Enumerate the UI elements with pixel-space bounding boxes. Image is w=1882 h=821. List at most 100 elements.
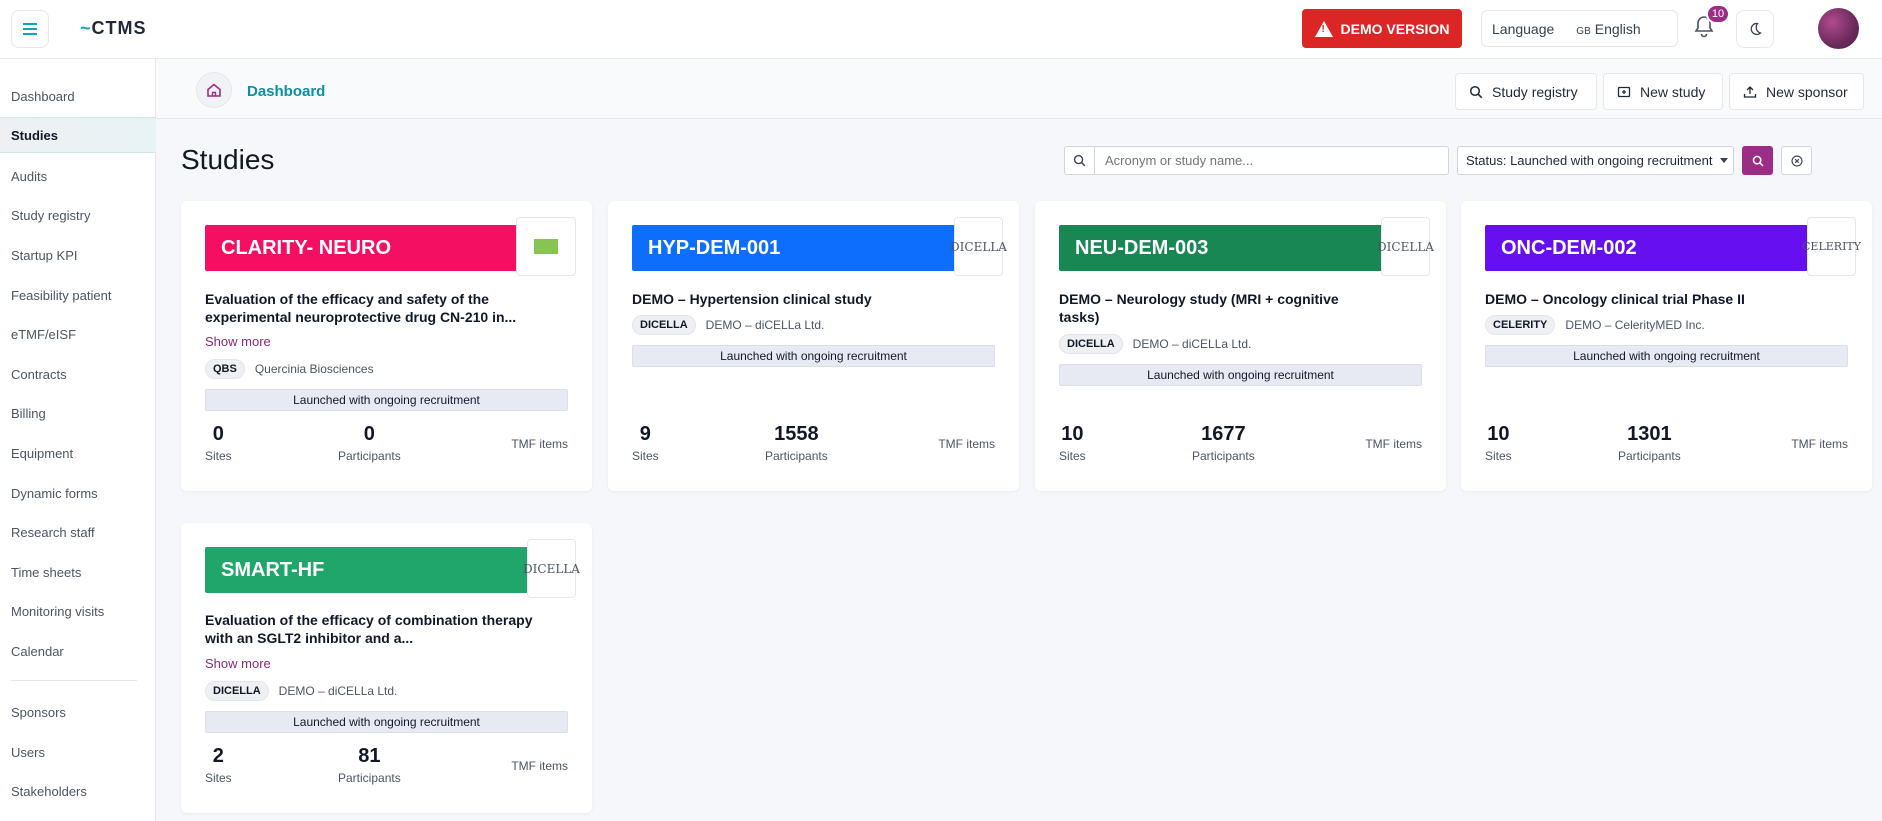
logo-mark: ~ (80, 18, 92, 38)
sidebar-item-studies[interactable]: Studies (0, 117, 156, 153)
user-avatar[interactable] (1818, 8, 1859, 49)
study-acronym-banner[interactable]: CLARITY- NEURO (205, 225, 568, 271)
search-icon (1065, 147, 1095, 174)
search-icon (1752, 155, 1764, 167)
tmf-items-label[interactable]: TMF items (511, 437, 568, 451)
sponsor-code-chip: DICELLA (632, 315, 696, 335)
language-select[interactable]: Language GB English (1481, 10, 1678, 47)
top-bar: ~CTMS DEMO VERSION Language GBEnglish 10 (0, 0, 1882, 59)
breadcrumb-dashboard[interactable]: Dashboard (247, 83, 325, 100)
new-study-button[interactable]: New study (1603, 73, 1723, 110)
tmf-items-label[interactable]: TMF items (1791, 437, 1848, 451)
sidebar-item-stakeholders[interactable]: Stakeholders (0, 773, 156, 809)
sidebar-item-time-sheets[interactable]: Time sheets (0, 554, 156, 590)
app-logo[interactable]: ~CTMS (80, 18, 147, 39)
sidebar-item-billing[interactable]: Billing (0, 395, 156, 431)
sites-label: Sites (205, 449, 232, 463)
sidebar-item-audits[interactable]: Audits (0, 158, 156, 194)
sponsor-logo: DICELLA (950, 217, 1007, 276)
sites-stat: 0 Sites (205, 423, 232, 463)
study-card[interactable]: SMART-HF DICELLA Evaluation of the effic… (181, 523, 592, 813)
theme-toggle-button[interactable] (1736, 10, 1774, 48)
sites-count: 2 (212, 745, 224, 767)
study-acronym-banner[interactable]: ONC-DEM-002 (1485, 225, 1848, 271)
tmf-items-label[interactable]: TMF items (938, 437, 995, 451)
participants-stat: 0 Participants (338, 423, 401, 463)
study-acronym-banner[interactable]: NEU-DEM-003 (1059, 225, 1422, 271)
sidebar-item-contracts[interactable]: Contracts (0, 356, 156, 392)
sidebar-item-calendar[interactable]: Calendar (0, 633, 156, 669)
breadcrumb: Dashboard Study registry New study New s… (156, 59, 1882, 119)
search-input[interactable] (1095, 153, 1435, 168)
participants-label: Participants (1618, 449, 1681, 463)
status-badge: Launched with ongoing recruitment (205, 711, 568, 733)
study-card[interactable]: HYP-DEM-001 DICELLA DEMO – Hypertension … (608, 201, 1019, 491)
study-acronym-banner[interactable]: HYP-DEM-001 (632, 225, 995, 271)
sponsor-row: DICELLA DEMO – diCELLa Ltd. (205, 681, 397, 701)
study-card[interactable]: NEU-DEM-003 DICELLA DEMO – Neurology stu… (1035, 201, 1446, 491)
participants-stat: 1677 Participants (1192, 423, 1255, 463)
study-registry-button[interactable]: Study registry (1455, 73, 1597, 110)
clear-filters-button[interactable] (1781, 146, 1812, 175)
study-description: Evaluation of the efficacy and safety of… (205, 291, 517, 325)
caret-down-icon (1720, 158, 1729, 163)
sponsor-name: Quercinia Biosciences (254, 362, 374, 376)
sponsor-logo-image (534, 239, 558, 254)
sidebar-divider (11, 680, 137, 681)
sponsor-row: CELERITY DEMO – CelerityMED Inc. (1485, 315, 1705, 335)
tmf-items-label[interactable]: TMF items (511, 759, 568, 773)
sponsor-code-chip: DICELLA (205, 681, 269, 701)
close-circle-icon (1790, 154, 1803, 167)
search-button[interactable] (1742, 146, 1773, 175)
study-acronym: CLARITY- NEURO (221, 236, 391, 259)
notifications-button[interactable]: 10 (1692, 4, 1730, 44)
study-card[interactable]: ONC-DEM-002 CELERITY DEMO – Oncology cli… (1461, 201, 1872, 491)
tmf-items-label[interactable]: TMF items (1365, 437, 1422, 451)
home-button[interactable] (196, 72, 232, 108)
upload-icon (1743, 85, 1757, 98)
sidebar-item-etmf[interactable]: eTMF/eISF (0, 316, 156, 352)
sidebar-item-feasibility-patient[interactable]: Feasibility patient (0, 277, 156, 313)
home-icon (207, 83, 221, 97)
sites-count: 10 (1487, 423, 1510, 445)
sidebar-item-users[interactable]: Users (0, 734, 156, 770)
participants-count: 0 (363, 423, 375, 445)
sponsor-row: QBS Quercinia Biosciences (205, 359, 374, 379)
sidebar-item-research-staff[interactable]: Research staff (0, 514, 156, 550)
show-more-link[interactable]: Show more (205, 656, 271, 671)
participants-stat: 1558 Participants (765, 423, 828, 463)
sidebar-item-startup-kpi[interactable]: Startup KPI (0, 237, 156, 273)
sidebar-item-equipment[interactable]: Equipment (0, 435, 156, 471)
demo-version-button[interactable]: DEMO VERSION (1302, 9, 1462, 48)
new-study-label: New study (1640, 83, 1706, 100)
show-more-link[interactable]: Show more (205, 334, 271, 349)
study-acronym-banner[interactable]: SMART-HF (205, 547, 568, 593)
sites-stat: 10 Sites (1059, 423, 1086, 463)
menu-toggle-button[interactable] (11, 10, 49, 48)
sponsor-name: DEMO – diCELLa Ltd. (278, 684, 398, 698)
status-filter-select[interactable]: Status: Launched with ongoing recruitmen… (1457, 146, 1734, 175)
new-sponsor-button[interactable]: New sponsor (1729, 73, 1864, 110)
sites-stat: 9 Sites (632, 423, 659, 463)
status-badge: Launched with ongoing recruitment (1485, 345, 1848, 367)
sidebar-item-sponsors[interactable]: Sponsors (0, 694, 156, 730)
sidebar-item-monitoring-visits[interactable]: Monitoring visits (0, 593, 156, 629)
sponsor-logo (516, 217, 576, 276)
sidebar-item-dashboard[interactable]: Dashboard (0, 78, 156, 114)
sidebar-item-dynamic-forms[interactable]: Dynamic forms (0, 475, 156, 511)
study-card[interactable]: CLARITY- NEURO Evaluation of the efficac… (181, 201, 592, 491)
search-icon (1469, 85, 1483, 98)
sidebar-item-study-registry[interactable]: Study registry (0, 197, 156, 233)
participants-count: 1677 (1201, 423, 1246, 445)
sites-stat: 10 Sites (1485, 423, 1512, 463)
sites-label: Sites (205, 771, 232, 785)
study-registry-label: Study registry (1492, 83, 1578, 100)
sponsor-row: DICELLA DEMO – diCELLa Ltd. (1059, 334, 1251, 354)
language-value-text: English (1594, 20, 1641, 37)
participants-stat: 81 Participants (338, 745, 401, 785)
hamburger-icon (23, 28, 37, 30)
sponsor-code-chip: DICELLA (1059, 334, 1123, 354)
participants-label: Participants (338, 771, 401, 785)
sponsor-code-chip: QBS (205, 359, 245, 379)
language-value: GB English (1576, 21, 1640, 37)
